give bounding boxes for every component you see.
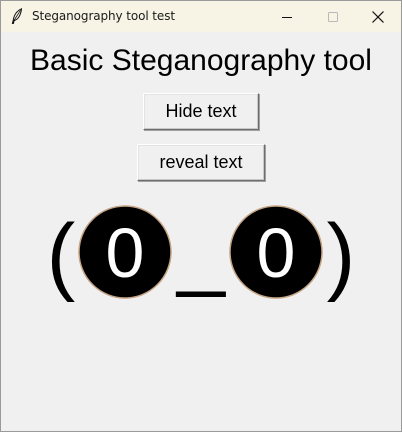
left-paren: (	[47, 207, 76, 303]
maximize-icon	[328, 11, 338, 22]
maximize-button[interactable]	[310, 1, 356, 32]
left-eye: 0	[78, 205, 172, 299]
window-title: Steganography tool test	[32, 9, 175, 23]
right-eye-text: 0	[257, 214, 296, 292]
title-bar[interactable]: Steganography tool test	[1, 1, 401, 32]
left-eye-text: 0	[106, 214, 145, 292]
mouth: _	[175, 203, 226, 299]
right-eye: 0	[229, 205, 323, 299]
close-button[interactable]	[355, 1, 401, 32]
close-icon	[372, 10, 384, 23]
client-area: Basic Steganography tool Hide text revea…	[1, 32, 401, 431]
face-art: ( 0 _ 0 )	[47, 203, 356, 303]
app-window: Steganography tool test Basic Steganogra…	[0, 0, 402, 432]
minimize-button[interactable]	[264, 1, 310, 32]
feather-icon	[11, 8, 23, 24]
minimize-icon	[282, 16, 292, 18]
right-paren: )	[327, 207, 356, 303]
